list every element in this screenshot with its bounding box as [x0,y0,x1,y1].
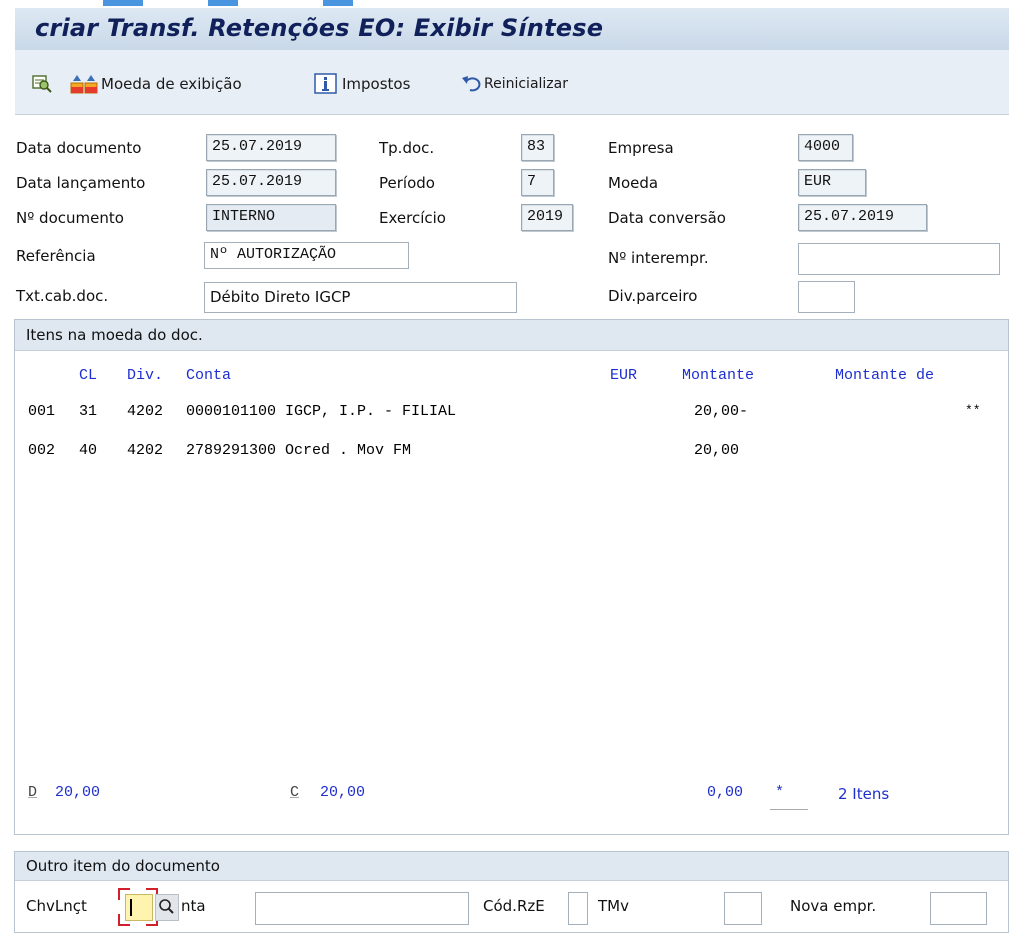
company-field[interactable]: 4000 [798,134,853,161]
col-header-div[interactable]: Div. [127,367,163,384]
doc-number-label: Nº documento [16,209,124,227]
currency-field[interactable]: EUR [798,169,866,196]
doc-number-field[interactable]: INTERNO [206,204,336,231]
period-field[interactable]: 7 [521,169,554,196]
row-cl: 31 [79,403,98,420]
conversion-date-label: Data conversão [608,209,726,227]
items-group: Itens na moeda do doc. CL Div. Conta EUR… [14,319,1009,835]
new-company-label: Nova empr. [790,897,877,915]
balance-total: 0,00 [707,784,744,801]
posting-date-field[interactable]: 25.07.2019 [206,169,336,196]
row-flag: ** [965,403,981,418]
account-label: nta [181,897,206,915]
search-help-button[interactable] [155,894,179,921]
row-account[interactable]: 0000101100 IGCP, I.P. - FILIAL [186,403,456,420]
col-header-cl[interactable]: CL [79,367,97,384]
info-icon [314,73,337,94]
doc-date-label: Data documento [16,139,142,157]
row-amount: 20,00- [694,403,749,420]
header-text-field[interactable]: Débito Direto IGCP [204,282,517,313]
account-field[interactable] [255,892,469,925]
col-header-amount[interactable]: Montante [682,367,754,384]
row-account[interactable]: 2789291300 Ocred . Mov FM [186,442,411,459]
row-num: 001 [28,403,56,420]
intercompany-label: Nº interempr. [608,249,709,267]
page-title: criar Transf. Retenções EO: Exibir Sínte… [35,14,604,42]
search-icon [159,899,174,914]
debit-total: 20,00 [55,784,101,801]
items-group-title: Itens na moeda do doc. [15,320,1008,351]
currency-coins-icon [70,75,98,94]
row-div: 4202 [127,442,164,459]
balance-flag: * [775,784,785,801]
posting-key-label: ChvLnçt [26,897,87,915]
reset-button[interactable]: Reinicializar [460,72,568,96]
partner-div-label: Div.parceiro [608,287,698,305]
debit-prefix: D [28,784,38,801]
doc-date-field[interactable]: 25.07.2019 [206,134,336,161]
row-div: 4202 [127,403,164,420]
doc-type-label: Tp.doc. [379,139,435,157]
partner-div-field[interactable] [798,281,855,313]
balance-underline [770,809,808,810]
other-item-group-title: Outro item do documento [15,852,1008,881]
col-header-eur[interactable]: EUR [610,367,637,384]
posting-date-label: Data lançamento [16,174,146,192]
item-count: 2 Itens [838,785,890,803]
text-cursor [130,899,132,916]
row-amount: 20,00 [694,442,740,459]
other-item-group: Outro item do documento ChvLnçt nta Cód.… [14,851,1009,933]
select-layout-button[interactable] [31,72,53,96]
taxes-button[interactable]: Impostos [314,72,410,96]
col-header-amount-de[interactable]: Montante de [835,367,934,384]
posting-key-field[interactable] [125,894,153,921]
credit-prefix: C [290,784,300,801]
reference-field[interactable]: Nº AUTORIZAÇÃO [204,242,409,269]
intercompany-field[interactable] [798,243,1000,275]
doc-type-field[interactable]: 83 [521,134,554,161]
col-header-account[interactable]: Conta [186,367,231,384]
reference-label: Referência [16,247,96,265]
new-company-field[interactable] [930,892,987,925]
row-cl: 40 [79,442,98,459]
application-toolbar: Moeda de exibição Impostos Reinicializar [15,50,1009,115]
top-strip [0,0,1009,8]
transaction-type-field[interactable] [724,892,762,925]
fiscal-year-label: Exercício [379,209,446,227]
period-label: Período [379,174,435,192]
header-text-label: Txt.cab.doc. [16,287,109,305]
conversion-date-field[interactable]: 25.07.2019 [798,204,927,231]
taxes-label: Impostos [342,75,411,93]
display-currency-button[interactable]: Moeda de exibição [69,72,242,96]
row-num: 002 [28,442,56,459]
undo-arrow-icon [462,76,481,92]
display-currency-label: Moeda de exibição [101,75,242,93]
title-bar: criar Transf. Retenções EO: Exibir Sínte… [15,8,1009,51]
company-label: Empresa [608,139,674,157]
reset-label: Reinicializar [484,76,568,92]
currency-label: Moeda [608,174,659,192]
fiscal-year-field[interactable]: 2019 [521,204,573,231]
special-gl-field[interactable] [568,892,588,925]
transaction-type-label: TMv [598,897,629,915]
special-gl-label: Cód.RzE [483,897,545,915]
magnifier-select-icon [32,75,52,93]
credit-total: 20,00 [320,784,366,801]
